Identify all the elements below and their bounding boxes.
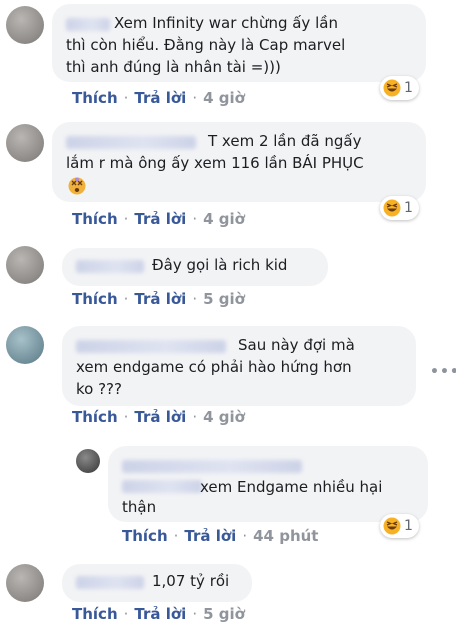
timestamp[interactable]: 5 giờ	[203, 290, 245, 308]
reaction-count-text: 1	[404, 200, 413, 216]
separator: ·	[123, 290, 129, 308]
separator: ·	[123, 605, 129, 623]
like-button[interactable]: Thích	[72, 605, 118, 623]
comment-actions: Thích · Trả lời · 5 giờ	[72, 605, 245, 623]
timestamp[interactable]: 4 giờ	[203, 210, 245, 228]
reply-button[interactable]: Trả lời	[134, 408, 186, 426]
commenter-name[interactable]	[66, 18, 110, 31]
comment-text-line: T xem 2 lần đã ngấy	[208, 132, 362, 150]
separator: ·	[123, 408, 129, 426]
separator: ·	[123, 210, 129, 228]
avatar[interactable]	[6, 6, 44, 44]
like-button[interactable]: Thích	[72, 290, 118, 308]
comment-actions: Thích · Trả lời · 4 giờ	[72, 89, 245, 107]
reaction-count-text: 1	[404, 80, 413, 96]
separator: ·	[173, 527, 179, 545]
avatar[interactable]	[6, 124, 44, 162]
comment-text-line: lắm r mà ông ấy xem 116 lần BÁI PHỤC	[66, 154, 364, 172]
comment-actions: Thích · Trả lời · 5 giờ	[72, 290, 245, 308]
avatar[interactable]	[6, 564, 44, 602]
commenter-name[interactable]	[122, 460, 302, 473]
more-options-icon[interactable]: •••	[430, 364, 456, 380]
haha-icon	[383, 79, 401, 97]
separator: ·	[242, 527, 248, 545]
timestamp[interactable]: 44 phút	[253, 527, 318, 545]
like-button[interactable]: Thích	[72, 210, 118, 228]
commenter-name[interactable]	[76, 340, 226, 353]
like-button[interactable]: Thích	[72, 89, 118, 107]
timestamp[interactable]: 4 giờ	[203, 408, 245, 426]
comment-text-line: 1,07 tỷ rồi	[152, 572, 230, 590]
comment-text-line: Xem Infinity war chừng ấy lần	[114, 14, 338, 32]
haha-icon	[383, 199, 401, 217]
commenter-name[interactable]	[76, 576, 144, 589]
commenter-name[interactable]	[122, 480, 202, 493]
separator: ·	[123, 89, 129, 107]
separator: ·	[192, 605, 198, 623]
like-button[interactable]: Thích	[72, 408, 118, 426]
haha-icon	[383, 517, 401, 535]
separator: ·	[192, 89, 198, 107]
comment-actions: Thích · Trả lời · 4 giờ	[72, 210, 245, 228]
reaction-count[interactable]: 1	[380, 76, 419, 100]
separator: ·	[192, 210, 198, 228]
timestamp[interactable]: 5 giờ	[203, 605, 245, 623]
avatar[interactable]	[6, 326, 44, 364]
comment-text-line: Đây gọi là rich kid	[152, 256, 288, 274]
separator: ·	[192, 408, 198, 426]
reaction-count[interactable]: 1	[380, 514, 419, 538]
comment-actions: Thích · Trả lời · 44 phút	[122, 527, 318, 545]
avatar[interactable]	[6, 246, 44, 284]
avatar[interactable]	[76, 449, 100, 473]
commenter-name[interactable]	[76, 260, 144, 273]
comment-text-line: thì còn hiểu. Đằng này là Cap marvel	[66, 36, 346, 54]
reaction-count[interactable]: 1	[380, 196, 419, 220]
comment-text-line: thì anh đúng là nhân tài =)))	[66, 58, 281, 76]
comment-text-line: thận	[122, 498, 157, 516]
comment-text-line: xem endgame có phải hào hứng hơn	[76, 358, 352, 376]
comment-text-line: ko ???	[76, 380, 122, 398]
reaction-count-text: 1	[404, 518, 413, 534]
like-button[interactable]: Thích	[122, 527, 168, 545]
reply-button[interactable]: Trả lời	[134, 605, 186, 623]
reply-button[interactable]: Trả lời	[134, 210, 186, 228]
dizzy-face-emoji	[68, 177, 86, 195]
timestamp[interactable]: 4 giờ	[203, 89, 245, 107]
reply-button[interactable]: Trả lời	[184, 527, 236, 545]
comment-text-line: Sau này đợi mà	[238, 336, 355, 354]
comment-actions: Thích · Trả lời · 4 giờ	[72, 408, 245, 426]
commenter-name[interactable]	[66, 136, 196, 149]
comment-text-line: xem Endgame nhiều hại	[200, 478, 383, 496]
reply-button[interactable]: Trả lời	[134, 89, 186, 107]
separator: ·	[192, 290, 198, 308]
reply-button[interactable]: Trả lời	[134, 290, 186, 308]
